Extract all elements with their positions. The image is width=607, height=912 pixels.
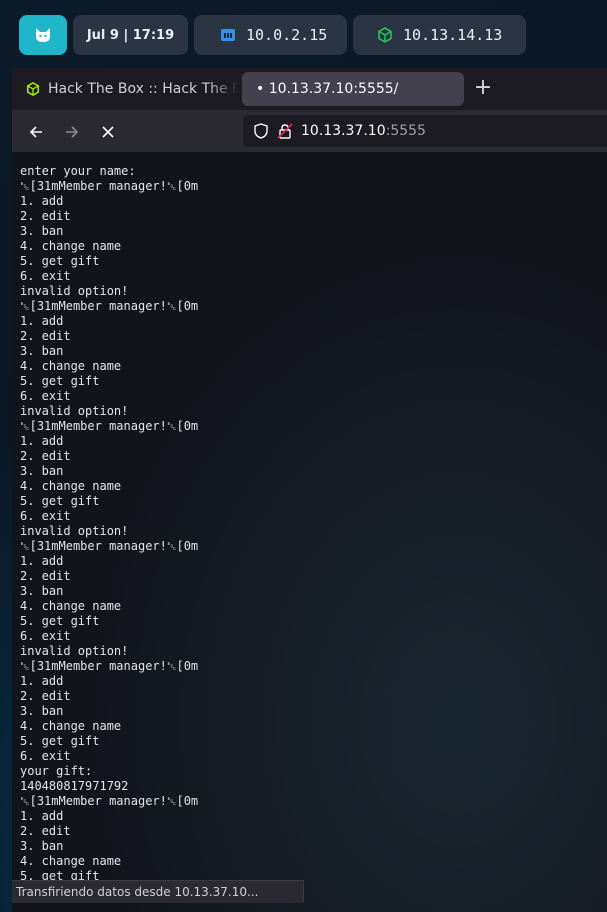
terminal-line: invalid option! xyxy=(20,284,129,298)
terminal-line: ␛[31mMember manager!␛[0m xyxy=(20,794,199,808)
terminal-line: 140480817971792 xyxy=(20,779,129,793)
address-bar[interactable]: 10.13.37.10:5555 xyxy=(243,115,607,147)
terminal-line: 1. add xyxy=(20,809,64,823)
navigation-toolbar: 10.13.37.10:5555 xyxy=(12,110,607,152)
terminal-line: enter your name: xyxy=(20,164,136,178)
terminal-line: ␛[31mMember manager!␛[0m xyxy=(20,659,199,673)
terminal-line: 6. exit xyxy=(20,629,71,643)
terminal-line: 5. get gift xyxy=(20,494,100,508)
terminal-line: 1. add xyxy=(20,434,64,448)
terminal-line: 4. change name xyxy=(20,359,122,373)
terminal-line: 1. add xyxy=(20,194,64,208)
local-ip-text: 10.0.2.15 xyxy=(246,26,328,44)
top-panel: Jul 9 | 17:19 10.0.2.15 10.13.14.13 xyxy=(0,0,607,64)
datetime-text: Jul 9 | 17:19 xyxy=(86,27,175,43)
tab-active-terminal[interactable]: • 10.13.37.10:5555/ xyxy=(242,72,464,106)
new-tab-button[interactable]: + xyxy=(470,76,496,102)
terminal-line: 3. ban xyxy=(20,839,64,853)
clock: Jul 9 | 17:19 xyxy=(73,15,188,55)
terminal-line: your gift: xyxy=(20,764,93,778)
terminal-line: 2. edit xyxy=(20,689,71,703)
terminal-line: 1. add xyxy=(20,554,64,568)
terminal-line: ␛[31mMember manager!␛[0m xyxy=(20,539,199,553)
tab-strip: Hack The Box :: Hack The Box • 10.13.37.… xyxy=(12,68,607,110)
terminal-line: 6. exit xyxy=(20,269,71,283)
stop-button[interactable] xyxy=(94,118,122,146)
terminal-line: 4. change name xyxy=(20,719,122,733)
terminal-line: invalid option! xyxy=(20,524,129,538)
terminal-line: 4. change name xyxy=(20,239,122,253)
terminal-line: 3. ban xyxy=(20,584,64,598)
terminal-line: 5. get gift xyxy=(20,254,100,268)
arrow-left-icon xyxy=(29,126,42,138)
terminal-line: invalid option! xyxy=(20,404,129,418)
terminal-line: 4. change name xyxy=(20,599,122,613)
page-content: enter your name: ␛[31mMember manager!␛[0… xyxy=(12,152,607,912)
terminal-line: 3. ban xyxy=(20,704,64,718)
hackthebox-favicon-icon xyxy=(26,82,40,96)
terminal-line: 2. edit xyxy=(20,329,71,343)
shield-icon[interactable] xyxy=(253,123,269,139)
terminal-line: 4. change name xyxy=(20,479,122,493)
local-ip-indicator: 10.0.2.15 xyxy=(194,15,347,55)
url-host: 10.13.37.10 xyxy=(301,123,386,139)
terminal-line: 6. exit xyxy=(20,389,71,403)
terminal-line: invalid option! xyxy=(20,644,129,658)
terminal-line: 5. get gift xyxy=(20,374,100,388)
insecure-lock-icon[interactable] xyxy=(277,123,293,139)
network-icon xyxy=(220,27,236,43)
terminal-line: 6. exit xyxy=(20,509,71,523)
terminal-line: 4. change name xyxy=(20,854,122,868)
terminal-line: 2. edit xyxy=(20,209,71,223)
forward-button[interactable] xyxy=(58,118,86,146)
terminal-line: 1. add xyxy=(20,674,64,688)
terminal-output: enter your name: ␛[31mMember manager!␛[0… xyxy=(20,164,198,884)
terminal-line: 3. ban xyxy=(20,464,64,478)
terminal-line: 5. get gift xyxy=(20,614,100,628)
terminal-line: 6. exit xyxy=(20,749,71,763)
plus-icon: + xyxy=(473,75,493,100)
terminal-line: ␛[31mMember manager!␛[0m xyxy=(20,419,199,433)
vpn-ip-text: 10.13.14.13 xyxy=(403,26,503,44)
terminal-line: 3. ban xyxy=(20,344,64,358)
terminal-line: 2. edit xyxy=(20,569,71,583)
cat-icon xyxy=(36,28,50,42)
back-button[interactable] xyxy=(22,118,50,146)
tab-title: • 10.13.37.10:5555/ xyxy=(256,81,399,97)
launcher-button[interactable] xyxy=(19,15,67,55)
hackthebox-cube-icon xyxy=(377,27,393,43)
terminal-line: ␛[31mMember manager!␛[0m xyxy=(20,299,199,313)
close-icon xyxy=(102,126,114,138)
terminal-line: 2. edit xyxy=(20,824,71,838)
terminal-line: ␛[31mMember manager!␛[0m xyxy=(20,179,199,193)
url-port: :5555 xyxy=(385,123,426,139)
vpn-ip-indicator: 10.13.14.13 xyxy=(353,15,526,55)
terminal-line: 3. ban xyxy=(20,224,64,238)
tab-hackthebox[interactable]: Hack The Box :: Hack The Box xyxy=(16,72,238,106)
arrow-right-icon xyxy=(66,126,79,138)
status-bar: Transfiriendo datos desde 10.13.37.10... xyxy=(12,880,304,903)
terminal-line: 5. get gift xyxy=(20,734,100,748)
terminal-line: 2. edit xyxy=(20,449,71,463)
terminal-line: 1. add xyxy=(20,314,64,328)
browser-window: Hack The Box :: Hack The Box • 10.13.37.… xyxy=(12,68,607,912)
